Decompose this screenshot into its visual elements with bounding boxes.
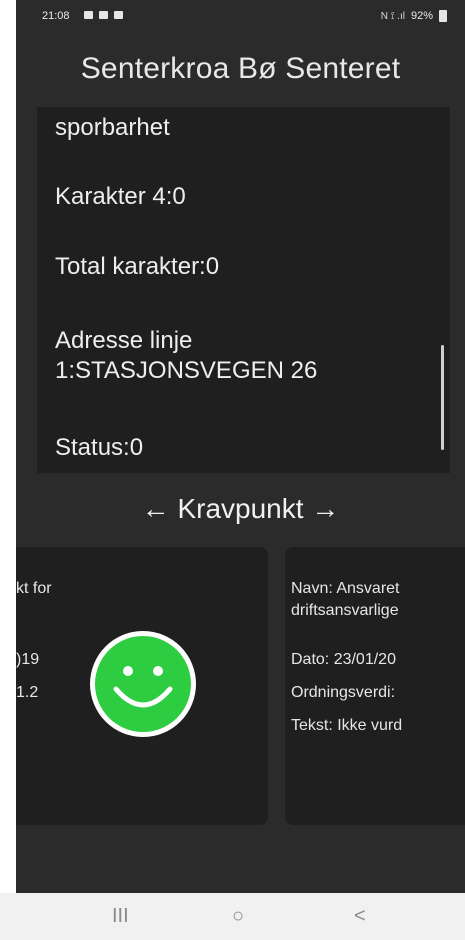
system-nav-bar: III ○ < xyxy=(0,893,465,940)
app-notification-icon xyxy=(114,11,123,19)
card-line: 1.2 xyxy=(16,684,39,701)
card-line: Ordningsverdi: xyxy=(291,684,396,701)
battery-percent: 92% xyxy=(410,10,433,22)
page-title: Senterkroa Bø Senteret xyxy=(80,52,401,85)
card-line: Navn: Ansvaret xyxy=(291,580,400,597)
image-notification-icon xyxy=(84,11,93,19)
details-scrollbar[interactable] xyxy=(441,345,444,450)
signal-icons: N ⟟ .ıl xyxy=(380,10,405,22)
card-line: Tekst: Ikke vurd xyxy=(291,717,403,734)
detail-item: Status:0 xyxy=(55,434,144,461)
battery-icon xyxy=(439,10,447,22)
notification-icons xyxy=(84,11,123,19)
details-panel[interactable]: sporbarhet Karakter 4:0 Total karakter:0… xyxy=(37,107,450,473)
kravpunkt-card[interactable]: kt for )19 1.2 xyxy=(16,547,268,825)
status-right: N ⟟ .ıl 92% xyxy=(381,10,447,22)
card-line: driftsansvarlige xyxy=(291,602,399,619)
home-icon[interactable]: ○ xyxy=(232,905,244,928)
status-time: 21:08 xyxy=(42,10,70,22)
recent-apps-icon[interactable]: III xyxy=(112,905,129,928)
card-line: kt for xyxy=(16,580,52,597)
kravpunkt-carousel[interactable]: kt for )19 1.2 Navn: Ansvaret driftsansv… xyxy=(16,547,465,825)
status-bar: 21:08 N ⟟ .ıl 92% xyxy=(16,0,465,34)
back-icon[interactable]: < xyxy=(354,905,366,928)
kravpunkt-card[interactable]: Navn: Ansvaret driftsansvarlige Dato: 23… xyxy=(285,547,465,825)
detail-item: Karakter 4:0 xyxy=(55,183,186,210)
section-title: ← Kravpunkt → xyxy=(141,493,340,524)
detail-item: Total karakter:0 xyxy=(55,253,220,280)
smiley-face-icon xyxy=(90,631,196,737)
card-line: )19 xyxy=(16,651,40,668)
detail-item: sporbarhet xyxy=(55,114,170,141)
message-notification-icon xyxy=(99,11,108,19)
card-line: Dato: 23/01/20 xyxy=(291,651,396,668)
phone-screen: 21:08 N ⟟ .ıl 92% Senterkroa Bø Senteret… xyxy=(16,0,465,940)
detail-item: Adresse linje 1:STASJONSVEGEN 26 xyxy=(55,327,318,384)
